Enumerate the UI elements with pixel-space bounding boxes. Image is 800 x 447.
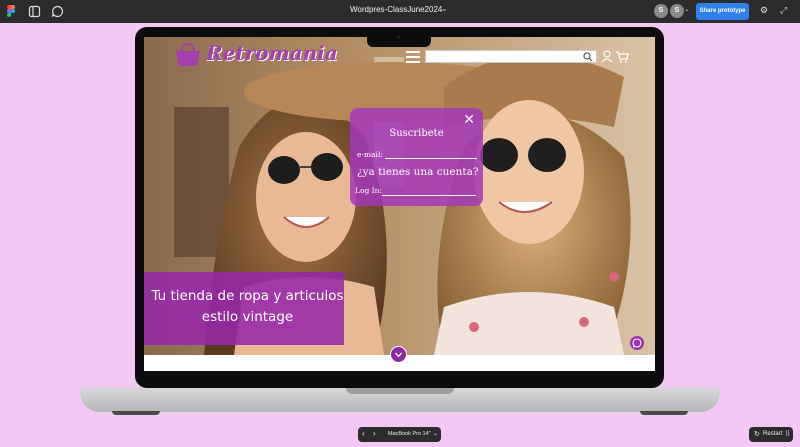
tagline-banner: Tu tienda de ropa y articulos estilo vin… <box>144 272 344 345</box>
account-question: ¿ya tienes una cuenta? <box>357 166 479 178</box>
chevron-down-icon[interactable]: ⌄ <box>684 5 690 13</box>
chevron-down-icon[interactable]: ⌄ <box>441 4 448 13</box>
camera-notch <box>367 31 431 47</box>
login-label: Log In: <box>355 186 383 195</box>
figma-logo-icon[interactable] <box>7 5 15 18</box>
tagline-line-2: estilo vintage <box>201 309 294 325</box>
settings-sliders-icon[interactable]: ⚙ <box>760 5 768 16</box>
laptop-foot <box>640 411 688 415</box>
subscribe-popup: ✕ Suscribete e-mail: ¿ya tienes una cuen… <box>350 108 483 206</box>
comment-icon[interactable] <box>51 5 64 18</box>
site-search-bar <box>425 50 597 68</box>
prototype-toolbar: Wordpres-ClassJune2024 ⌄ S S ⌄ Share pro… <box>0 0 800 23</box>
chevron-left-icon[interactable]: ‹ <box>362 429 365 438</box>
avatar[interactable]: S <box>654 4 668 18</box>
restart-icon: ↻ <box>754 431 760 438</box>
shopping-cart-icon[interactable] <box>615 51 629 63</box>
shopping-bag-logo-icon[interactable] <box>174 42 202 68</box>
site-logo[interactable]: Retromania <box>206 41 338 65</box>
whatsapp-icon[interactable] <box>630 336 644 350</box>
scroll-down-icon[interactable] <box>390 346 407 363</box>
close-icon[interactable]: ✕ <box>463 112 475 128</box>
search-input[interactable] <box>426 57 581 68</box>
email-field[interactable] <box>385 158 477 159</box>
expand-icon[interactable]: ⤢ <box>780 5 787 16</box>
avatar[interactable]: S <box>670 4 684 18</box>
user-account-icon[interactable] <box>601 50 613 63</box>
popup-title: Suscribete <box>389 128 444 139</box>
tagline-line-1: Tu tienda de ropa y articulos <box>151 288 344 304</box>
search-icon[interactable] <box>583 52 593 62</box>
login-field[interactable] <box>382 195 476 196</box>
device-switcher: ‹ › MacBook Pro 14" ⌄ <box>358 427 441 442</box>
share-prototype-button[interactable]: Share prototype <box>696 3 749 20</box>
more-options-icon[interactable]: ⠿ <box>785 430 790 438</box>
document-title[interactable]: Wordpres-ClassJune2024 <box>350 5 442 14</box>
chevron-right-icon[interactable]: › <box>373 429 376 438</box>
restart-button[interactable]: ↻ Restart ⠿ <box>749 427 793 442</box>
chevron-down-icon[interactable]: ⌄ <box>433 430 438 437</box>
device-label[interactable]: MacBook Pro 14" <box>388 431 431 437</box>
restart-label: Restart <box>763 431 783 437</box>
hamburger-menu-icon[interactable] <box>406 51 420 63</box>
laptop-foot <box>112 411 160 415</box>
email-label: e-mail: <box>357 150 383 159</box>
laptop-hinge <box>346 388 454 394</box>
website-preview: Retromania ✕ Suscribete e-mail: ¿ya tien… <box>144 37 655 371</box>
sidebar-toggle-icon[interactable] <box>28 5 41 18</box>
